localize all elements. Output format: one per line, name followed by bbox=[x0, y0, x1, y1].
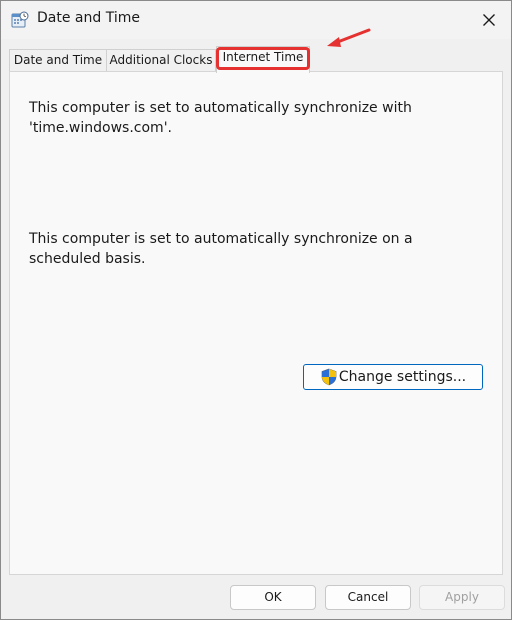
change-settings-label: Change settings... bbox=[338, 369, 467, 385]
tab-internet-time[interactable]: Internet Time bbox=[216, 46, 310, 73]
close-button[interactable] bbox=[473, 5, 505, 35]
change-settings-button[interactable]: Change settings... bbox=[303, 364, 483, 390]
apply-button[interactable]: Apply bbox=[419, 585, 505, 610]
red-arrow-icon bbox=[327, 28, 371, 47]
tab-label: Internet Time bbox=[222, 50, 304, 64]
tab-label: Date and Time bbox=[13, 53, 103, 67]
close-icon bbox=[483, 14, 495, 26]
title-bar: Date and Time bbox=[1, 1, 511, 39]
uac-shield-icon bbox=[321, 368, 337, 386]
ok-button[interactable]: OK bbox=[230, 585, 316, 610]
date-and-time-dialog: Date and Time Date and Time Additional C… bbox=[0, 0, 512, 620]
cancel-button[interactable]: Cancel bbox=[325, 585, 411, 610]
window-title: Date and Time bbox=[37, 10, 140, 26]
sync-schedule-text: This computer is set to automatically sy… bbox=[29, 231, 413, 267]
tab-date-and-time[interactable]: Date and Time bbox=[9, 49, 107, 72]
internet-time-panel: This computer is set to automatically sy… bbox=[9, 71, 503, 575]
tab-label: Additional Clocks bbox=[109, 53, 213, 67]
tab-additional-clocks[interactable]: Additional Clocks bbox=[106, 49, 216, 72]
sync-server-text: This computer is set to automatically sy… bbox=[29, 100, 412, 136]
calendar-clock-icon bbox=[11, 11, 29, 28]
tab-strip: Date and Time Additional Clocks Internet… bbox=[9, 46, 503, 73]
